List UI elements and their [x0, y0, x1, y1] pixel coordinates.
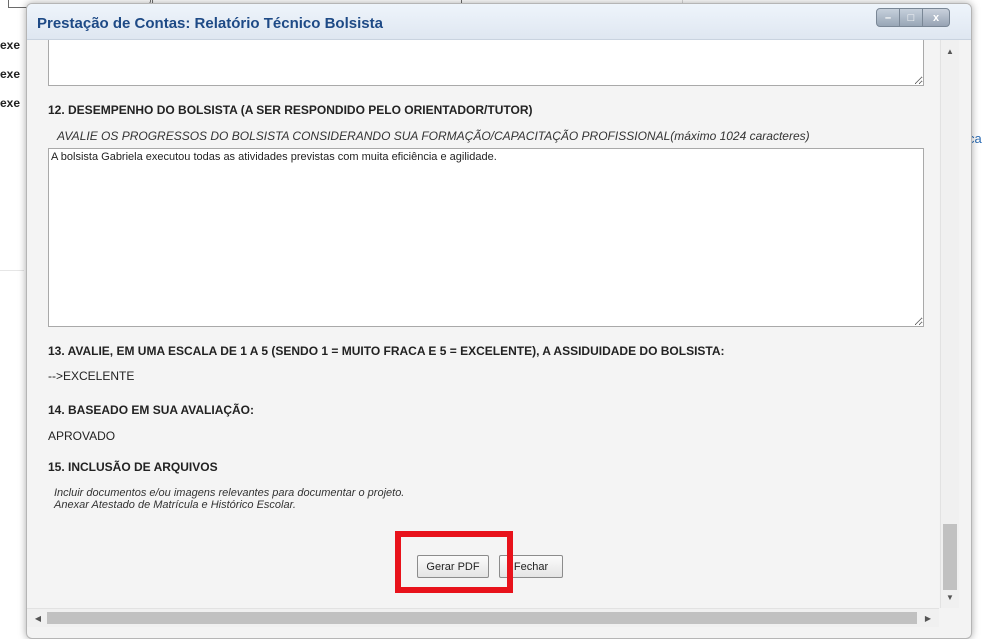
- background-text-fragment: exe: [0, 67, 21, 81]
- generate-pdf-button[interactable]: Gerar PDF: [417, 555, 489, 578]
- background-text-fragment: exe: [0, 38, 21, 52]
- background-text-fragment: exe: [0, 96, 21, 110]
- attendance-rating-value: -->EXCELENTE: [48, 369, 135, 383]
- section-14-heading: 14. BASEADO EM SUA AVALIAÇÃO:: [48, 403, 255, 417]
- scroll-left-arrow-icon[interactable]: ◀: [29, 609, 47, 627]
- minimize-button[interactable]: –: [876, 8, 900, 27]
- evaluation-result-value: APROVADO: [48, 429, 116, 443]
- scroll-down-arrow-icon[interactable]: ▼: [941, 588, 959, 606]
- close-window-button[interactable]: x: [922, 8, 950, 27]
- window-controls: – □ x: [876, 8, 950, 27]
- dialog-titlebar[interactable]: Prestação de Contas: Relatório Técnico B…: [27, 4, 971, 40]
- close-button[interactable]: Fechar: [499, 555, 563, 578]
- section-12-hint: AVALIE OS PROGRESSOS DO BOLSISTA CONSIDE…: [57, 129, 810, 143]
- attachments-note-line1: Incluir documentos e/ou imagens relevant…: [54, 487, 405, 499]
- dialog-title: Prestação de Contas: Relatório Técnico B…: [37, 15, 383, 32]
- maximize-button[interactable]: □: [899, 8, 923, 27]
- horizontal-scroll-thumb[interactable]: [47, 612, 917, 624]
- section-12-heading: 12. DESEMPENHO DO BOLSISTA (A SER RESPON…: [48, 103, 533, 117]
- performance-textarea[interactable]: A bolsista Gabriela executou todas as at…: [48, 148, 924, 327]
- vertical-scrollbar[interactable]: ▲ ▼: [940, 40, 959, 608]
- scroll-right-arrow-icon[interactable]: ▶: [919, 609, 937, 627]
- section-13-heading: 13. AVALIE, EM UMA ESCALA DE 1 A 5 (SEND…: [48, 344, 725, 358]
- background-rule: [0, 270, 24, 271]
- horizontal-scrollbar[interactable]: ◀ ▶: [27, 608, 939, 627]
- section-15-heading: 15. INCLUSÃO DE ARQUIVOS: [48, 460, 218, 474]
- dialog-content[interactable]: 12. DESEMPENHO DO BOLSISTA (A SER RESPON…: [27, 40, 939, 608]
- previous-section-textarea[interactable]: [48, 40, 924, 86]
- vertical-scroll-thumb[interactable]: [943, 524, 957, 590]
- attachments-note-line2: Anexar Atestado de Matrícula e Histórico…: [54, 499, 296, 511]
- report-dialog: Prestação de Contas: Relatório Técnico B…: [26, 3, 972, 639]
- scroll-up-arrow-icon[interactable]: ▲: [941, 42, 959, 60]
